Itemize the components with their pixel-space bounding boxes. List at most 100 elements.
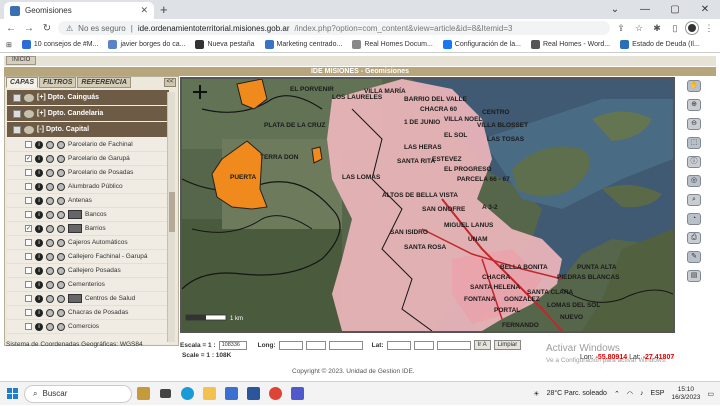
layer-checkbox[interactable] (25, 183, 32, 190)
download-icon[interactable] (57, 168, 65, 177)
volume-icon[interactable]: ♪ (640, 390, 644, 397)
extensions-icon[interactable]: ✱ (650, 23, 664, 34)
layer-checkbox[interactable]: ✓ (25, 155, 32, 162)
info-icon[interactable]: i (35, 308, 43, 317)
layer-list-scrollbar[interactable] (167, 92, 175, 342)
new-tab-button[interactable]: + (160, 3, 168, 16)
star-icon[interactable]: ☆ (632, 23, 646, 34)
long-seconds-input[interactable] (328, 340, 363, 350)
network-icon[interactable]: ◠ (627, 390, 633, 398)
layer-item[interactable]: i Centros de Salud (7, 292, 169, 306)
back-arrow-icon[interactable]: ← (4, 23, 18, 34)
info-icon[interactable]: i (35, 168, 43, 177)
minimize-button[interactable]: — (630, 0, 660, 19)
layer-group[interactable]: [-] Dpto. Capital (7, 122, 169, 138)
menu-dots-icon[interactable]: ⋮ (702, 23, 716, 34)
group-checkbox[interactable] (13, 125, 21, 134)
close-tab-icon[interactable]: ✕ (140, 5, 148, 16)
apps-grid-icon[interactable]: ⊞ (6, 41, 12, 49)
transparency-icon[interactable] (46, 196, 54, 205)
notifications-icon[interactable]: ▭ (707, 390, 714, 398)
group-checkbox[interactable] (13, 109, 21, 118)
info-icon[interactable]: i (35, 322, 43, 331)
bookmark-item[interactable]: Marketing centrado... (264, 40, 342, 49)
layer-item[interactable]: i Parcelario de Posadas (7, 166, 169, 180)
transparency-icon[interactable] (46, 140, 54, 149)
layer-group[interactable]: [+] Dpto. Cainguás (7, 90, 169, 106)
layer-checkbox[interactable] (25, 197, 32, 204)
layer-item[interactable]: i Callejero Fachinal - Garupá (7, 250, 169, 264)
layer-item[interactable]: i Cajeros Automáticos (7, 236, 169, 250)
go-to-button[interactable]: Ir A (473, 340, 491, 350)
download-icon[interactable] (57, 322, 65, 331)
close-window-button[interactable]: ✕ (690, 0, 720, 19)
layer-item[interactable]: i Alumbrado Público (7, 180, 169, 194)
info-icon[interactable]: i (35, 154, 43, 163)
task-view-icon[interactable] (154, 382, 176, 406)
lat-degrees-input[interactable] (386, 340, 411, 350)
layer-checkbox[interactable] (25, 211, 32, 218)
info-icon[interactable]: i (35, 238, 43, 247)
share-icon[interactable]: ⇪ (614, 23, 628, 34)
measure-icon[interactable]: ◔ (687, 213, 701, 225)
layer-checkbox[interactable] (25, 295, 32, 302)
layer-checkbox[interactable] (25, 169, 32, 176)
download-icon[interactable] (57, 182, 65, 191)
info-icon[interactable]: i (35, 182, 43, 191)
download-icon[interactable] (57, 252, 65, 261)
tab-search-button[interactable]: ⌄ (600, 0, 630, 19)
layer-item[interactable]: i Antenas (7, 194, 169, 208)
zoom-in-icon[interactable]: ⊕ (687, 99, 701, 111)
transparency-icon[interactable] (46, 224, 54, 233)
taskbar-app-game[interactable] (132, 382, 154, 406)
layer-checkbox[interactable] (25, 253, 32, 260)
download-icon[interactable] (57, 210, 65, 219)
transparency-icon[interactable] (46, 266, 54, 275)
download-icon[interactable] (57, 140, 65, 149)
tray-chevron-icon[interactable]: ⌃ (614, 390, 620, 398)
transparency-icon[interactable] (46, 238, 54, 247)
weather-text[interactable]: 28°C Parc. soleado (547, 390, 607, 397)
layer-checkbox[interactable] (25, 281, 32, 288)
layer-item[interactable]: i Chacras de Posadas (7, 306, 169, 320)
info-icon[interactable]: i (35, 196, 43, 205)
collapse-panel-button[interactable]: << (164, 78, 176, 87)
tab-referencia[interactable]: REFERENCIA (77, 77, 131, 88)
bookmark-item[interactable]: Real Homes Docum... (352, 40, 433, 49)
scrollbar-thumb[interactable] (169, 192, 175, 232)
browser-tab[interactable]: Geomisiones ✕ (4, 2, 154, 19)
export-icon[interactable]: ▤ (687, 270, 701, 282)
long-minutes-input[interactable] (305, 340, 326, 350)
edge-browser-icon[interactable] (176, 382, 198, 406)
file-explorer-icon[interactable] (198, 382, 220, 406)
info-icon[interactable]: i (35, 140, 43, 149)
bookmark-item[interactable]: Real Homes - Word... (530, 40, 610, 49)
map-canvas[interactable]: EL PORVENIR VILLA MARÍA BARRIO DEL VALLE CH… (180, 77, 675, 333)
store-icon[interactable] (220, 382, 242, 406)
layer-checkbox[interactable] (25, 267, 32, 274)
transparency-icon[interactable] (46, 252, 54, 261)
scale-input[interactable]: 108336 (218, 340, 247, 350)
print-icon[interactable]: ⎙ (687, 232, 701, 244)
layer-checkbox[interactable] (25, 323, 32, 330)
info-icon[interactable]: i (35, 210, 43, 219)
layer-item[interactable]: i Bancos (7, 208, 169, 222)
teams-icon[interactable] (286, 382, 308, 406)
layer-checkbox[interactable]: ✓ (25, 225, 32, 232)
chrome-icon[interactable] (264, 382, 286, 406)
info-icon[interactable]: i (35, 294, 43, 303)
layer-item[interactable]: i Comercios (7, 320, 169, 334)
download-icon[interactable] (57, 238, 65, 247)
layer-checkbox[interactable] (25, 239, 32, 246)
bookmark-item[interactable]: Nueva pestaña (195, 40, 255, 49)
tab-capas[interactable]: CAPAS (6, 77, 38, 88)
layer-item[interactable]: i Parcelario de Fachinal (7, 138, 169, 152)
info-icon[interactable]: i (35, 280, 43, 289)
taskbar-search[interactable]: ⌕ Buscar (24, 384, 132, 403)
inicio-button[interactable]: INICIO (6, 56, 37, 65)
transparency-icon[interactable] (46, 280, 54, 289)
info-icon[interactable]: i (35, 252, 43, 261)
edit-icon[interactable]: ✎ (687, 251, 701, 263)
info-icon[interactable]: i (35, 266, 43, 275)
zoom-box-icon[interactable]: ⬚ (687, 137, 701, 149)
